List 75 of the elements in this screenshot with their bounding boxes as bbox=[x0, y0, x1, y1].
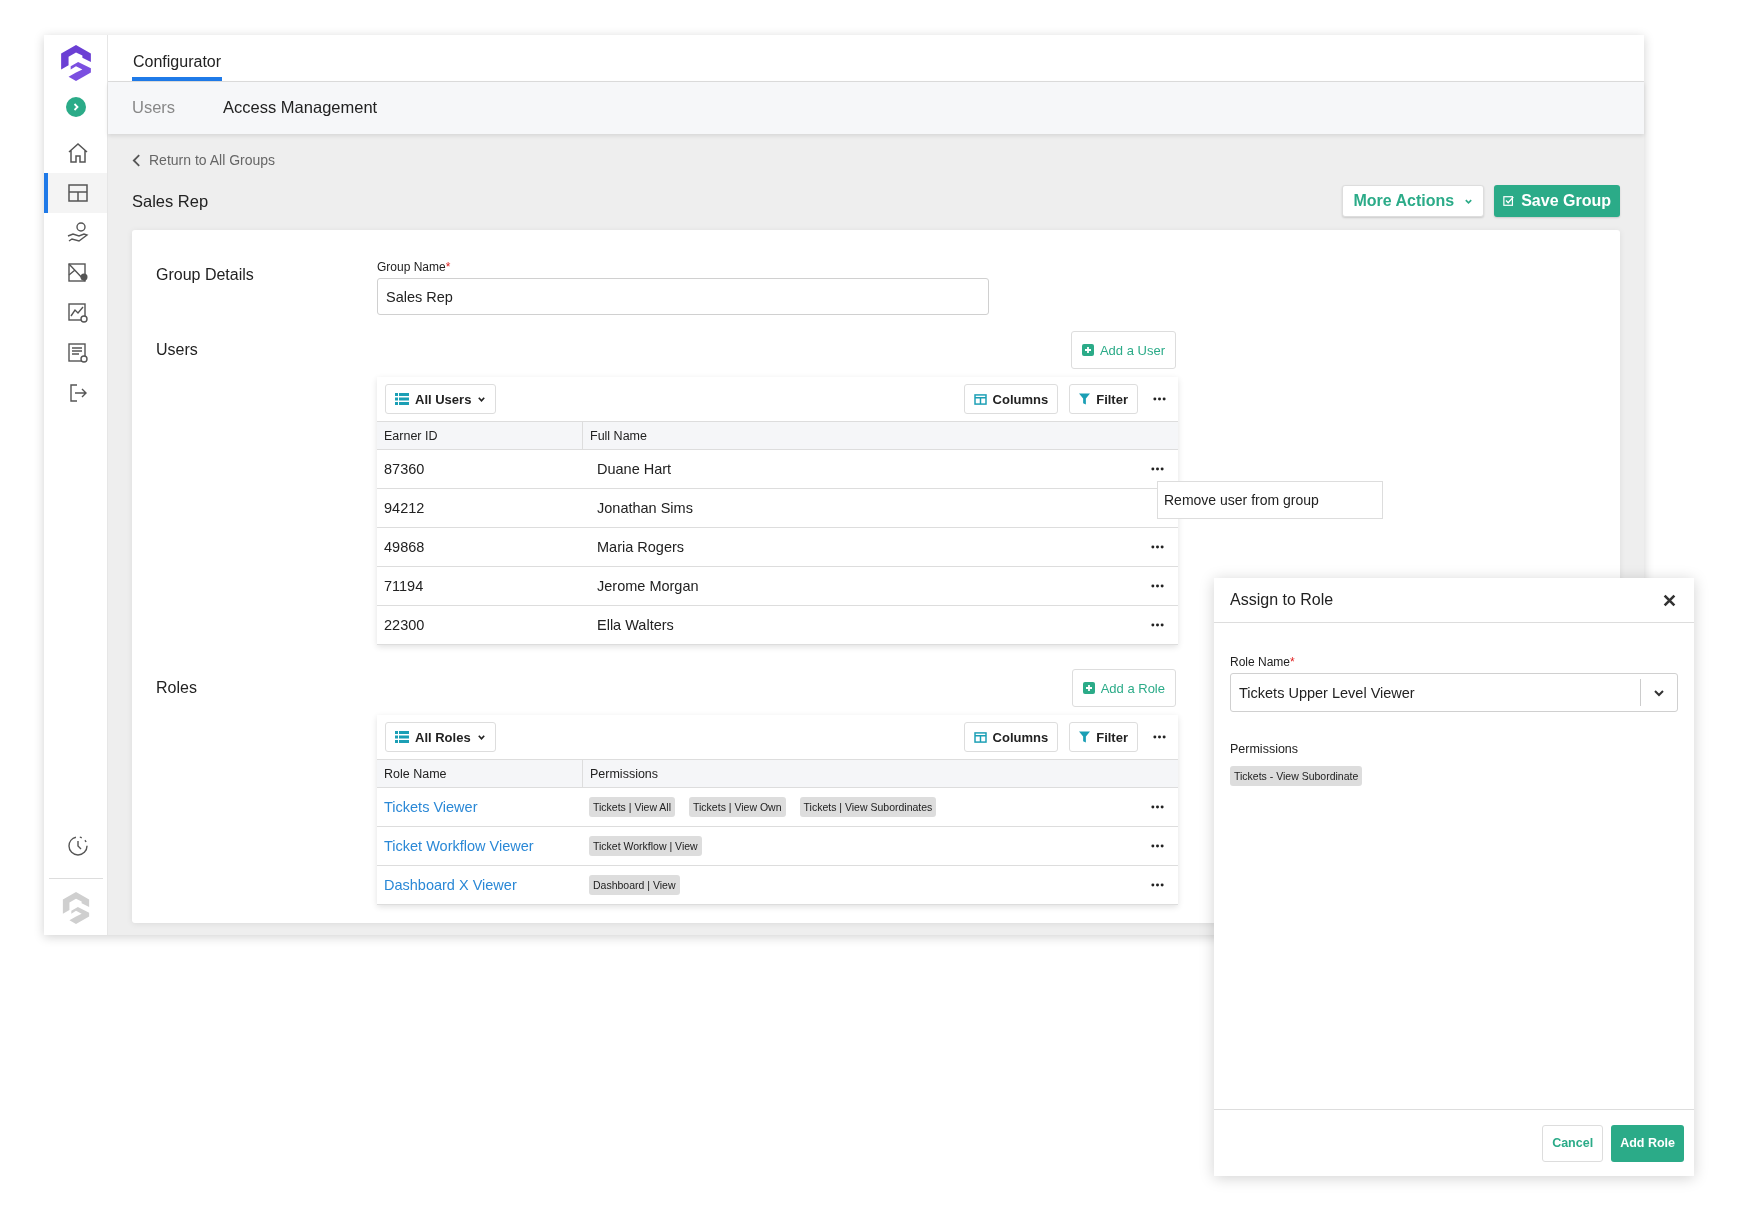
close-icon bbox=[1663, 593, 1676, 607]
table-cell-text: 71194 bbox=[383, 578, 425, 594]
checkbox-icon bbox=[1503, 195, 1516, 207]
more-icon bbox=[1151, 844, 1164, 848]
chevron-down-icon bbox=[476, 732, 486, 742]
role-link[interactable]: Dashboard X Viewer bbox=[377, 877, 582, 893]
required-mark: * bbox=[445, 260, 451, 274]
column-header: Permissions bbox=[589, 765, 660, 783]
table-cell-text: Ella Walters bbox=[596, 617, 675, 633]
chart-search-icon bbox=[65, 301, 90, 325]
plus-square-icon bbox=[1082, 682, 1095, 694]
view-dropdown[interactable]: All Roles bbox=[385, 722, 496, 752]
more-icon bbox=[1153, 735, 1166, 739]
field-label: Group Name bbox=[377, 260, 446, 274]
logo-icon bbox=[58, 43, 93, 83]
back-link[interactable]: Return to All Groups bbox=[132, 152, 276, 168]
table-cell-text: 22300 bbox=[383, 617, 426, 633]
more-icon bbox=[1151, 805, 1164, 809]
table-cell-text: 94212 bbox=[383, 500, 426, 516]
required-mark: * bbox=[1290, 655, 1295, 669]
section-heading: Group Details bbox=[156, 265, 255, 285]
dialog-title: Assign to Role bbox=[1230, 591, 1334, 609]
permission-tag: Tickets | View Own bbox=[689, 797, 786, 817]
columns-button[interactable]: Columns bbox=[963, 722, 1059, 752]
plus-square-icon bbox=[1081, 344, 1094, 356]
list-icon bbox=[395, 731, 409, 743]
field-label: Role Name bbox=[1230, 655, 1291, 669]
chevron-down-icon bbox=[477, 394, 487, 404]
more-icon bbox=[1151, 545, 1164, 549]
table-cell-text: Duane Hart bbox=[596, 461, 673, 477]
permission-tag: Tickets | View Subordinates bbox=[799, 797, 937, 817]
role-link[interactable]: Tickets Viewer bbox=[377, 799, 582, 815]
group-name-field[interactable]: Sales Rep bbox=[377, 278, 989, 315]
list-icon bbox=[395, 393, 409, 405]
more-icon bbox=[1151, 584, 1164, 588]
hand-coin-icon bbox=[65, 221, 90, 245]
funnel-icon bbox=[1079, 393, 1091, 405]
more-icon bbox=[1151, 883, 1164, 887]
section-heading: Users bbox=[156, 340, 199, 360]
page-title: Sales Rep bbox=[132, 191, 209, 211]
chevron-left-icon bbox=[132, 153, 141, 167]
more-icon bbox=[1151, 623, 1164, 627]
table-cell-text: 87360 bbox=[383, 461, 426, 477]
sub-tab[interactable]: Access Management bbox=[223, 98, 378, 118]
column-header: Role Name bbox=[377, 760, 583, 787]
columns-icon bbox=[973, 393, 987, 405]
table-cell-text: Maria Rogers bbox=[596, 539, 686, 555]
permission-tag: Tickets | View All bbox=[589, 797, 675, 817]
field-label: Permissions bbox=[1230, 742, 1300, 756]
more-icon bbox=[1151, 467, 1164, 471]
clock-icon bbox=[65, 834, 90, 858]
permission-tag: Ticket Workflow | View bbox=[589, 836, 702, 856]
column-header: Full Name bbox=[589, 427, 648, 445]
document-search-icon bbox=[65, 341, 90, 365]
funnel-icon bbox=[1079, 731, 1091, 743]
columns-icon bbox=[973, 731, 987, 743]
more-icon bbox=[1153, 397, 1166, 401]
columns-button[interactable]: Columns bbox=[963, 384, 1059, 414]
table-cell-text: 49868 bbox=[383, 539, 426, 555]
view-dropdown[interactable]: All Users bbox=[385, 384, 497, 414]
permission-tag: Tickets - View Subordinate bbox=[1230, 766, 1363, 786]
layout-icon bbox=[65, 181, 90, 205]
map-pin-icon bbox=[65, 261, 90, 285]
filter-button[interactable]: Filter bbox=[1069, 722, 1138, 752]
table-cell-text: Jerome Morgan bbox=[596, 578, 700, 594]
nav-button[interactable] bbox=[44, 173, 107, 213]
filter-button[interactable]: Filter bbox=[1069, 384, 1138, 414]
menu-item[interactable]: Remove user from group bbox=[1158, 482, 1382, 518]
role-link[interactable]: Ticket Workflow Viewer bbox=[377, 838, 582, 854]
section-heading: Roles bbox=[156, 678, 198, 698]
role-select[interactable]: Tickets Upper Level Viewer bbox=[1230, 673, 1678, 712]
logo-icon bbox=[60, 891, 91, 925]
permission-tag: Dashboard | View bbox=[589, 875, 680, 895]
column-header: Earner ID bbox=[377, 422, 583, 449]
expand-button[interactable] bbox=[65, 97, 86, 117]
